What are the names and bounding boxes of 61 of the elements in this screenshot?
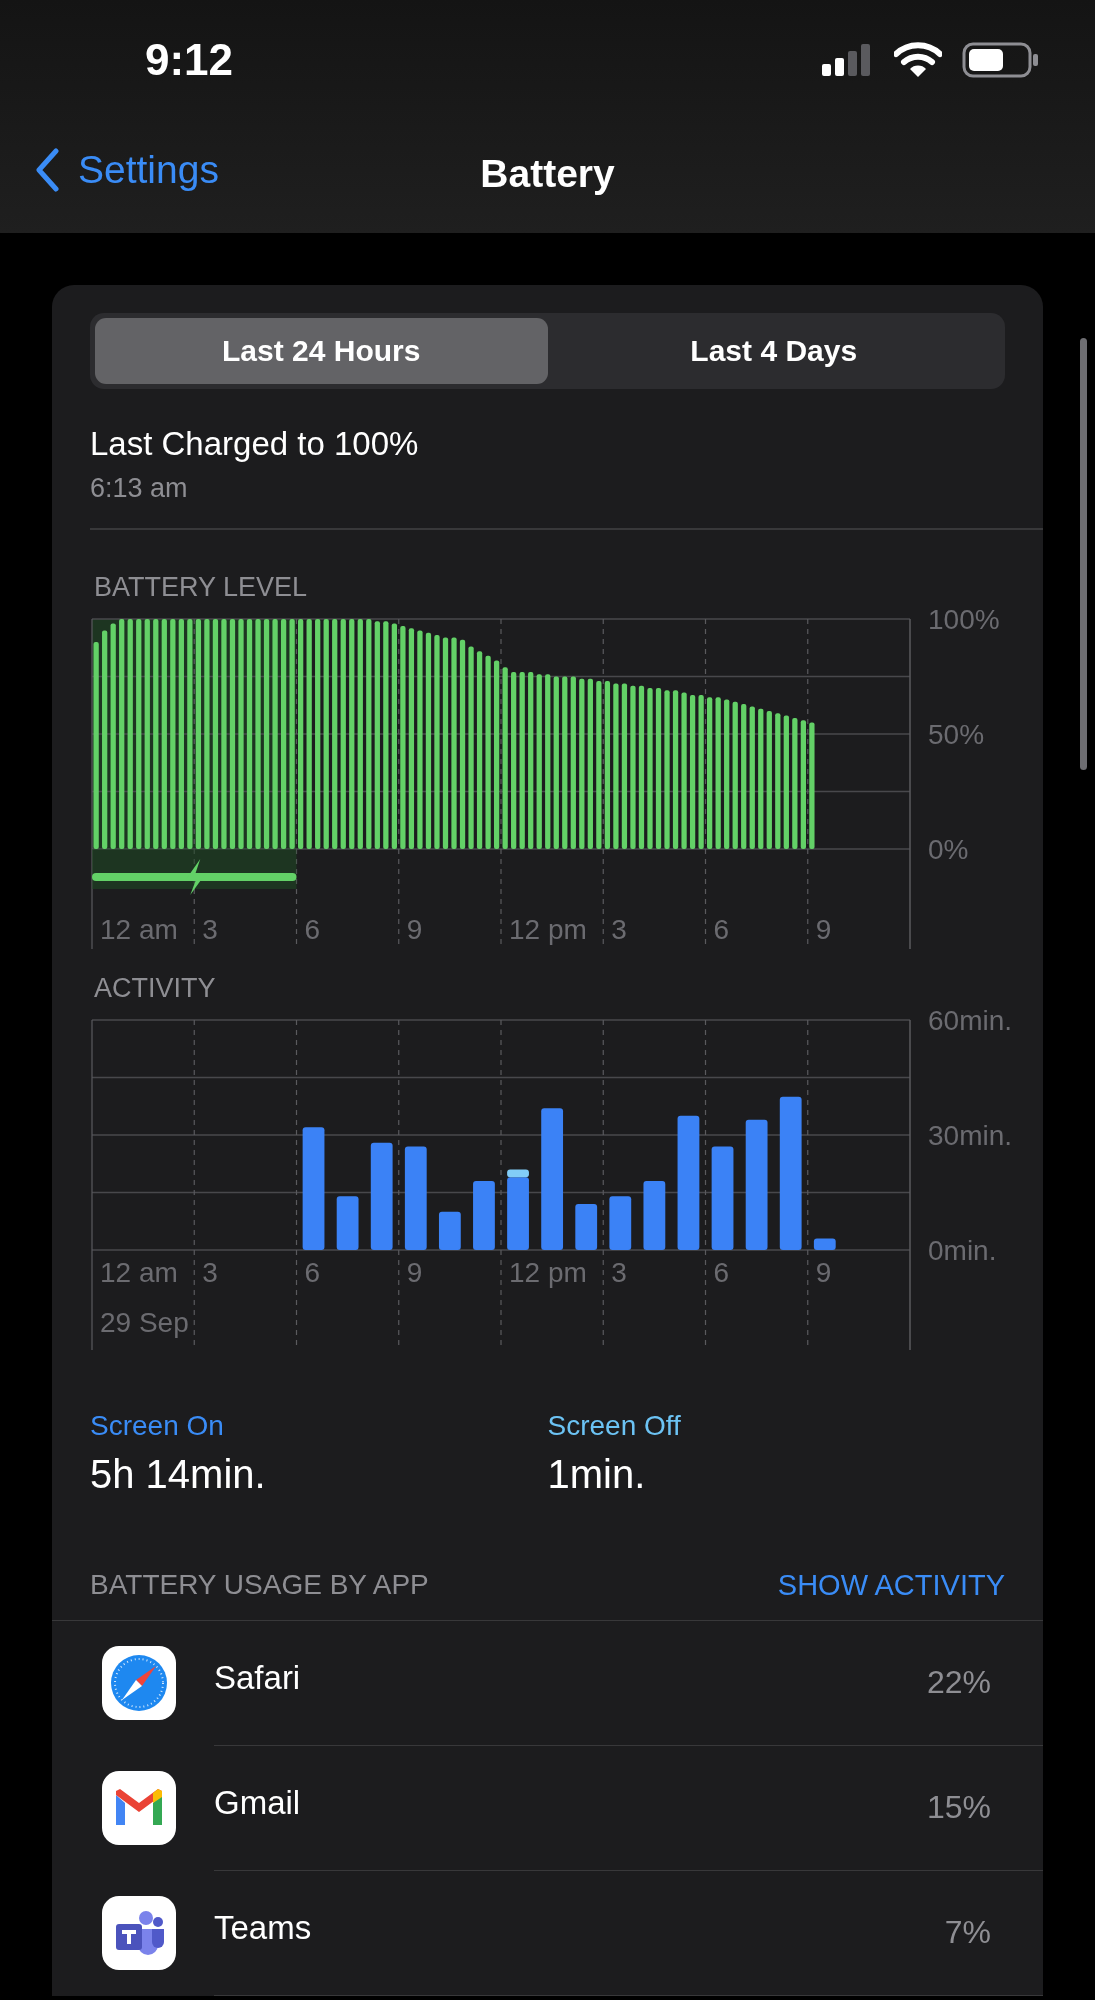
- range-tab[interactable]: Last 4 Days: [547, 318, 1000, 384]
- activity-bar: [575, 1203, 598, 1250]
- axis-label: 0%: [928, 833, 969, 865]
- axis-label: 9: [406, 913, 423, 945]
- axis-label: 6: [304, 913, 321, 945]
- app-row[interactable]: Safari 22%: [52, 1620, 1043, 1746]
- mail-icon: [102, 1771, 176, 1845]
- axis-label: 6: [713, 913, 730, 945]
- screen-time-label: Screen On: [90, 1409, 225, 1442]
- usage-percent: 15%: [926, 1789, 991, 1826]
- page-title: Battery: [480, 151, 615, 196]
- axis-label: 12 pm: [509, 913, 587, 945]
- activity-bar: [438, 1211, 461, 1250]
- axis-label: 9: [406, 1256, 423, 1288]
- activity-bar: [609, 1195, 632, 1250]
- axis-label: 12 pm: [509, 1256, 587, 1288]
- usage-percent: 22%: [926, 1664, 991, 1701]
- axis-label: 9: [815, 913, 832, 945]
- date-label: 29 Sep: [100, 1306, 189, 1338]
- last-charged-time: 6:13 am: [90, 473, 189, 504]
- status-time: 9:12: [145, 35, 234, 85]
- people-icon: [102, 1896, 176, 1970]
- chart-title: ACTIVITY: [94, 972, 217, 1004]
- axis-label: 3: [202, 913, 218, 945]
- axis-label: 50%: [928, 718, 985, 750]
- app-name: Teams: [214, 1908, 312, 1947]
- axis-label: 12 am: [100, 913, 178, 945]
- axis-label: 9: [815, 1256, 832, 1288]
- last-charged-label: Last Charged to 100%: [90, 425, 420, 463]
- activity-bar: [473, 1180, 495, 1250]
- app-row[interactable]: Teams 7%: [52, 1870, 1043, 1996]
- compass-icon: [102, 1646, 176, 1720]
- activity-bar: [813, 1238, 836, 1250]
- screen-time-label: Screen Off: [547, 1409, 682, 1442]
- activity-bar: [336, 1195, 359, 1250]
- axis-label: 100%: [928, 608, 1000, 635]
- screen-time-value: 5h 14min.: [90, 1451, 267, 1497]
- axis-label: 6: [304, 1256, 321, 1288]
- app-name: Safari: [214, 1658, 301, 1697]
- battery-icon: [962, 42, 1040, 78]
- range-tab[interactable]: Last 24 Hours: [95, 318, 548, 384]
- axis-label: 3: [611, 1256, 627, 1288]
- axis-label: 60min.: [928, 1009, 1013, 1036]
- chevron-left-icon: [34, 148, 60, 192]
- back-button[interactable]: Settings: [34, 148, 219, 192]
- show-activity-link[interactable]: SHOW ACTIVITY: [777, 1568, 1005, 1602]
- axis-label: 0min.: [928, 1234, 997, 1266]
- axis-label: 6: [713, 1256, 730, 1288]
- wifi-icon: [894, 42, 942, 78]
- chart-title: BATTERY LEVEL: [94, 571, 309, 603]
- app-row[interactable]: Gmail 15%: [52, 1745, 1043, 1871]
- axis-label: 3: [202, 1256, 218, 1288]
- section-title: BATTERY USAGE BY APP: [90, 1569, 429, 1601]
- usage-percent: 7%: [944, 1914, 991, 1951]
- screen-time-value: 1min.: [547, 1451, 647, 1497]
- axis-label: 3: [611, 913, 627, 945]
- axis-label: 12 am: [100, 1256, 178, 1288]
- back-label[interactable]: Settings: [78, 148, 219, 192]
- app-name: Gmail: [214, 1783, 301, 1822]
- axis-label: 30min.: [928, 1119, 1013, 1151]
- activity-bar: [643, 1180, 666, 1250]
